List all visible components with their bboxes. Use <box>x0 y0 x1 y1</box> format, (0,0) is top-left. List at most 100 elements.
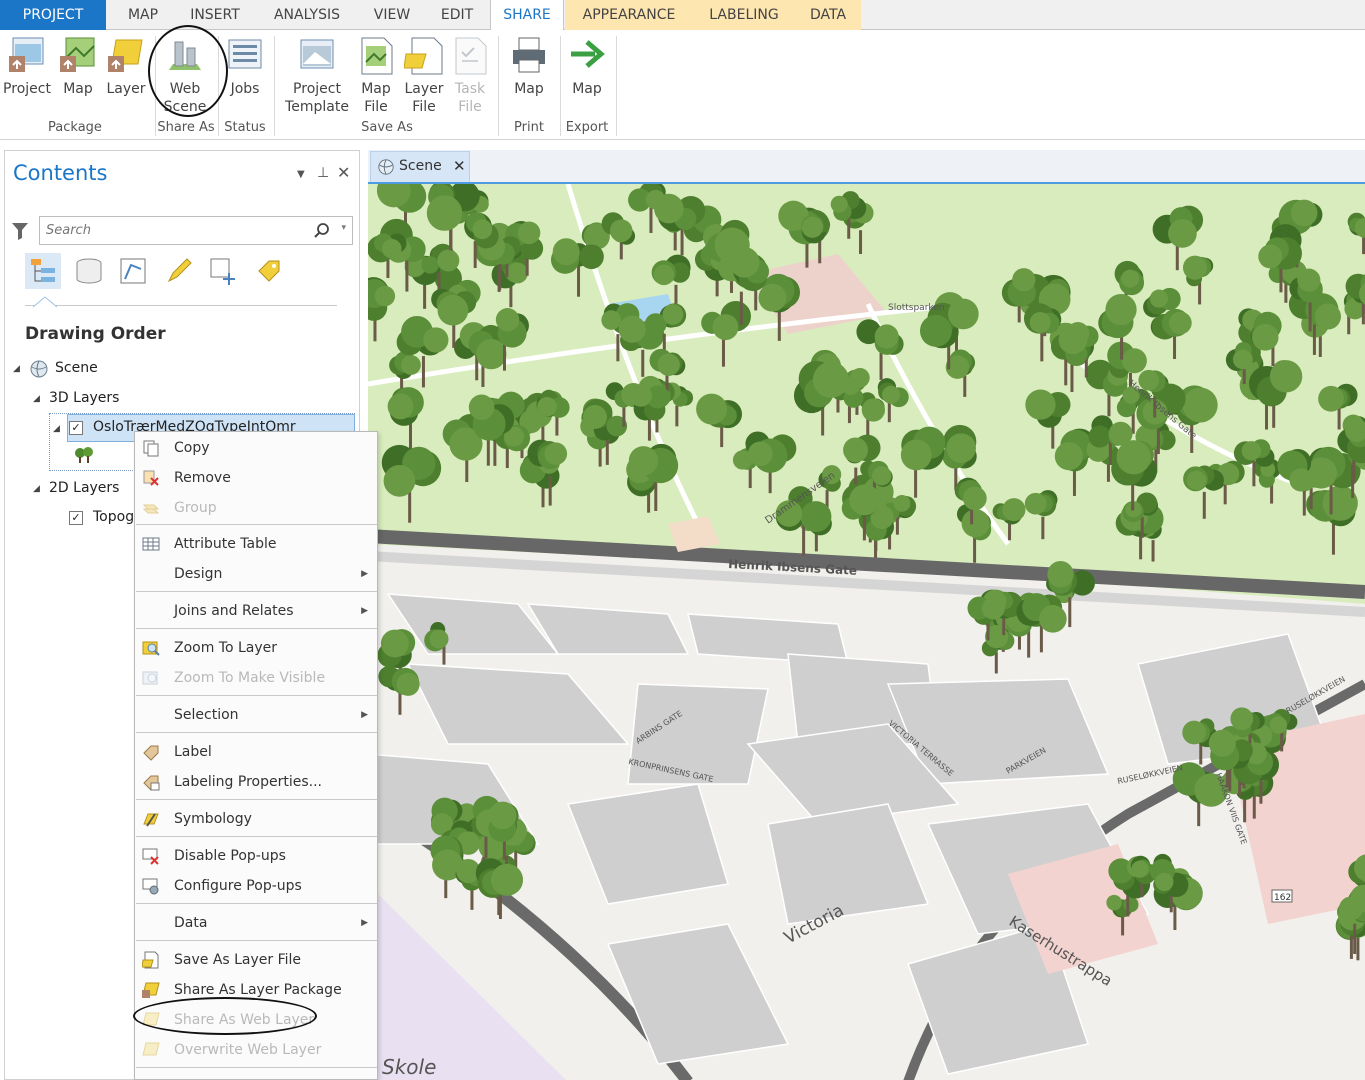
map-file-button[interactable]: Map File <box>356 34 396 116</box>
search-dropdown-icon[interactable]: ▾ <box>341 223 346 233</box>
menu-overwrite-web-layer[interactable]: Overwrite Web Layer <box>135 1035 377 1065</box>
task-file-label-2: File <box>458 99 482 115</box>
menu-labeling-properties[interactable]: Labeling Properties... <box>135 767 377 797</box>
menu-label[interactable]: Label <box>135 737 377 767</box>
menu-separator <box>136 628 377 629</box>
web-scene-button[interactable]: Web Scene <box>160 34 210 116</box>
pane-options-icon[interactable]: ▼ <box>297 169 305 180</box>
export-map-label: Map <box>572 81 602 97</box>
tree-3d-layers[interactable]: 3D Layers <box>49 390 119 406</box>
label-icon <box>143 745 159 761</box>
list-by-editing-icon[interactable] <box>161 253 197 289</box>
menu-design[interactable]: Design ▶ <box>135 559 377 589</box>
map-canvas[interactable]: Slottsparken Henrik Ibsens Gate Victoria… <box>368 184 1365 1080</box>
menu-separator <box>136 799 377 800</box>
web-scene-label-2: Scene <box>163 99 207 115</box>
print-map-button[interactable]: Map <box>506 34 552 98</box>
menu-symbology-label: Symbology <box>174 811 252 827</box>
tool-underline <box>25 305 337 306</box>
expand-3d-caret[interactable]: ◢ <box>33 394 40 404</box>
menu-remove[interactable]: Remove <box>135 463 377 493</box>
expand-scene-caret[interactable]: ◢ <box>13 364 20 374</box>
selected-tool-indicator <box>33 296 57 308</box>
layer-file-button[interactable]: Layer File <box>402 34 446 116</box>
tab-project[interactable]: PROJECT <box>0 0 106 30</box>
zoom-layer-icon <box>142 641 160 656</box>
list-by-snapping-icon[interactable] <box>205 253 241 289</box>
menu-zoom-to-layer[interactable]: Zoom To Layer <box>135 633 377 663</box>
tab-edit[interactable]: EDIT <box>430 0 484 30</box>
menu-joins-relates[interactable]: Joins and Relates ▶ <box>135 596 377 626</box>
scene-map-view[interactable]: Slottsparken Henrik Ibsens Gate Victoria… <box>368 182 1365 1080</box>
filter-icon[interactable] <box>11 221 29 241</box>
menu-separator <box>136 732 377 733</box>
menu-group[interactable]: Group <box>135 493 377 523</box>
task-file-button[interactable]: Task File <box>450 34 490 116</box>
jobs-button[interactable]: Jobs <box>222 34 268 98</box>
menu-properties[interactable]: Properties <box>135 1070 377 1080</box>
menu-data[interactable]: Data ▶ <box>135 908 377 938</box>
menu-selection-label: Selection <box>174 707 239 723</box>
tree-scene[interactable]: Scene <box>55 360 98 376</box>
menu-share-layer-package[interactable]: Share As Layer Package <box>135 975 377 1005</box>
tab-analysis[interactable]: ANALYSIS <box>262 0 352 30</box>
configure-popups-icon <box>142 878 159 895</box>
expand-2d-caret[interactable]: ◢ <box>33 484 40 494</box>
list-by-drawing-order-icon[interactable] <box>25 253 61 289</box>
layer-2d-checkbox[interactable]: ✓ <box>69 511 83 525</box>
list-by-labeling-icon[interactable] <box>251 253 287 289</box>
menu-symbology[interactable]: Symbology <box>135 804 377 834</box>
menu-disable-popups[interactable]: Disable Pop-ups <box>135 841 377 871</box>
project-template-button[interactable]: Project Template <box>282 34 352 116</box>
scene-view-tab[interactable]: Scene ✕ <box>370 151 470 182</box>
web-scene-label-1: Web <box>169 81 201 97</box>
scene-tab-close-icon[interactable]: ✕ <box>453 152 466 181</box>
menu-zoom-visible[interactable]: Zoom To Make Visible <box>135 663 377 693</box>
tab-map[interactable]: MAP <box>114 0 172 30</box>
package-layer-button[interactable]: Layer <box>104 34 148 98</box>
package-project-button[interactable]: Project <box>2 34 52 98</box>
contents-title: Contents <box>13 161 108 185</box>
layer-3d-checkbox[interactable]: ✓ <box>69 421 83 435</box>
package-map-button[interactable]: Map <box>56 34 100 98</box>
menu-properties-label: Properties <box>174 1072 245 1080</box>
jobs-label: Jobs <box>230 81 260 97</box>
share-web-layer-icon <box>142 1012 160 1026</box>
tab-view[interactable]: VIEW <box>364 0 420 30</box>
group-icon <box>142 504 160 514</box>
export-map-button[interactable]: Map <box>564 34 610 98</box>
view-tab-strip <box>368 150 1365 182</box>
list-by-data-source-icon[interactable] <box>71 253 107 289</box>
search-icon[interactable] <box>314 223 330 239</box>
menu-share-web-layer[interactable]: Share As Web Layer <box>135 1005 377 1035</box>
tab-appearance[interactable]: APPEARANCE <box>565 0 693 30</box>
pin-icon[interactable]: ⊥ <box>317 165 329 181</box>
tab-data[interactable]: DATA <box>795 0 861 30</box>
menu-configure-popups-label: Configure Pop-ups <box>174 878 302 894</box>
package-project-label: Project <box>3 81 51 97</box>
menu-configure-popups[interactable]: Configure Pop-ups <box>135 871 377 901</box>
expand-layer-caret[interactable]: ◢ <box>53 424 60 434</box>
tab-labeling[interactable]: LABELING <box>693 0 795 30</box>
group-separator <box>218 36 219 136</box>
package-layer-label: Layer <box>106 81 146 97</box>
group-label-share-as: Share As <box>157 120 215 135</box>
search-box[interactable]: ▾ <box>39 216 353 245</box>
menu-copy[interactable]: Copy <box>135 433 377 463</box>
tab-share[interactable]: SHARE <box>490 0 564 31</box>
close-icon[interactable]: ✕ <box>337 163 350 182</box>
group-separator <box>274 36 275 136</box>
disable-popups-icon <box>142 848 159 865</box>
print-map-label: Map <box>514 81 544 97</box>
table-icon <box>142 537 160 551</box>
menu-selection[interactable]: Selection ▶ <box>135 700 377 730</box>
tab-insert[interactable]: INSERT <box>180 0 250 30</box>
web-scene-icon <box>169 41 201 70</box>
group-label-export: Export <box>565 120 609 135</box>
list-by-selection-icon[interactable] <box>115 253 151 289</box>
tree-2d-layers[interactable]: 2D Layers <box>49 480 119 496</box>
menu-save-layer-file[interactable]: Save As Layer File <box>135 945 377 975</box>
menu-attribute-table[interactable]: Attribute Table <box>135 529 377 559</box>
share-layer-package-icon <box>142 982 160 998</box>
search-input[interactable] <box>40 217 310 244</box>
